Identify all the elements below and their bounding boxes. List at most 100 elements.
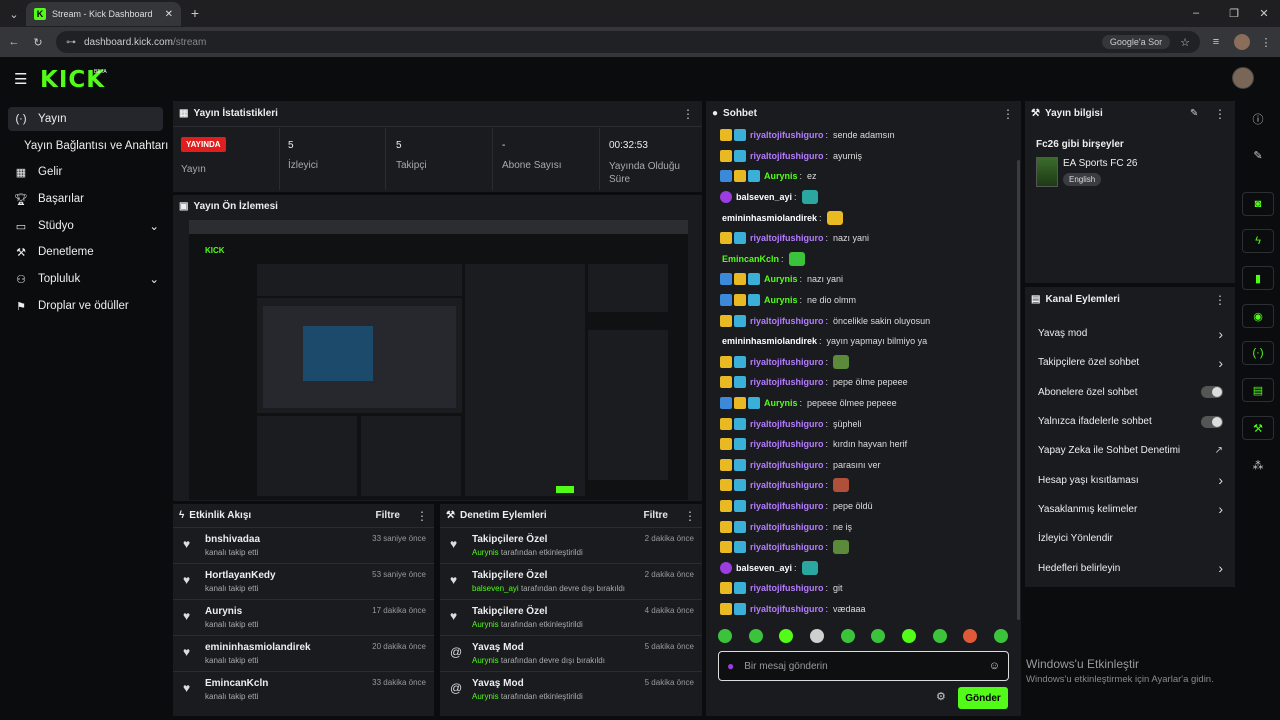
chat-username[interactable]: Aurynis: [764, 171, 798, 181]
user-avatar[interactable]: [1232, 67, 1254, 89]
channel-action-row[interactable]: İzleyici Yönlendir: [1024, 524, 1231, 553]
stream-preview-video[interactable]: KICK: [189, 220, 688, 500]
chat-username[interactable]: riyaltojifushiguro: [750, 151, 824, 161]
chat-username[interactable]: balseven_ayi: [736, 563, 792, 573]
chat-input-placeholder[interactable]: Bir mesaj gönderin: [744, 661, 979, 672]
chat-username[interactable]: riyaltojifushiguro: [750, 501, 824, 511]
restore-icon[interactable]: ❐: [1224, 3, 1244, 23]
pencil-icon[interactable]: ✎: [1242, 143, 1274, 167]
actions-menu-icon[interactable]: ⋮: [1214, 293, 1226, 307]
chat-username[interactable]: riyaltojifushiguro: [750, 542, 824, 552]
sidebar-item-droplar[interactable]: ⚑ Droplar ve ödüller: [8, 294, 163, 318]
add-widget-icon[interactable]: ⁂: [1242, 453, 1274, 477]
channel-action-row[interactable]: Hedefleri belirleyin ›: [1024, 553, 1231, 582]
chat-scrollbar[interactable]: [1017, 160, 1020, 620]
sidebar-item-stream-key[interactable]: Yayın Bağlantısı ve Anahtarı: [8, 134, 178, 158]
channel-action-row[interactable]: Yavaş mod ›: [1024, 319, 1231, 348]
quick-emote-icon[interactable]: [840, 629, 855, 643]
browser-tab[interactable]: K Stream - Kick Dashboard ✕: [26, 2, 181, 26]
site-info-icon[interactable]: ⊶: [66, 37, 76, 48]
toggle-switch[interactable]: [1201, 415, 1223, 428]
quick-emote-icon[interactable]: [932, 629, 947, 643]
back-icon[interactable]: ←: [4, 32, 24, 52]
chat-username[interactable]: Aurynis: [764, 398, 798, 408]
sidebar-item-basarilar[interactable]: 🏆︎ Başarılar: [8, 187, 163, 211]
google-lens-button[interactable]: Google'a Sor: [1101, 35, 1171, 49]
chat-username[interactable]: emininhasmiolandirek: [722, 336, 817, 346]
quick-emote-icon[interactable]: [748, 629, 763, 643]
send-button[interactable]: Gönder: [958, 687, 1008, 709]
chat-username[interactable]: riyaltojifushiguro: [750, 130, 824, 140]
chat-username[interactable]: balseven_ayi: [736, 192, 792, 202]
chat-username[interactable]: riyaltojifushiguro: [750, 357, 824, 367]
chat-bubble-icon[interactable]: ◉: [1242, 304, 1274, 328]
url-input[interactable]: ⊶ dashboard.kick.com /stream Google'a So…: [56, 31, 1200, 53]
channel-action-row[interactable]: Takipçilere özel sohbet ›: [1024, 348, 1231, 377]
sidebar-item-denetleme[interactable]: ⚒ Denetleme: [8, 240, 163, 264]
mic-icon[interactable]: ●: [727, 659, 734, 673]
quick-emote-icon[interactable]: [871, 629, 886, 643]
chat-username[interactable]: riyaltojifushiguro: [750, 377, 824, 387]
quick-emote-icon[interactable]: [993, 629, 1008, 643]
category-thumbnail[interactable]: [1036, 157, 1058, 187]
chat-settings-gear-icon[interactable]: ⚙: [936, 690, 946, 703]
chat-username[interactable]: riyaltojifushiguro: [750, 419, 824, 429]
chat-username[interactable]: riyaltojifushiguro: [750, 460, 824, 470]
close-window-icon[interactable]: ✕: [1254, 3, 1274, 23]
quick-emote-icon[interactable]: [718, 629, 732, 643]
chat-input-box[interactable]: ● Bir mesaj gönderin ☺: [718, 651, 1009, 681]
quick-emote-icon[interactable]: [779, 629, 794, 643]
moderation-filter-button[interactable]: Filtre: [644, 510, 668, 521]
lightning-icon[interactable]: ϟ: [1242, 229, 1274, 253]
channel-action-row[interactable]: Yapay Zeka ile Sohbet Denetimi ↗: [1024, 436, 1231, 465]
info-menu-icon[interactable]: ⋮: [1214, 107, 1226, 121]
chat-username[interactable]: emininhasmiolandirek: [722, 213, 817, 223]
channel-action-row[interactable]: Abonelere özel sohbet: [1024, 378, 1231, 407]
layout-icon[interactable]: ▤: [1242, 378, 1274, 402]
quick-emote-icon[interactable]: [963, 629, 978, 643]
activity-filter-button[interactable]: Filtre: [376, 510, 400, 521]
hamburger-menu-icon[interactable]: ☰: [14, 70, 27, 88]
reload-icon[interactable]: ↻: [28, 32, 48, 52]
sidebar-item-gelir[interactable]: ▦ Gelir: [8, 160, 163, 184]
capture-icon[interactable]: ◙: [1242, 192, 1274, 216]
bookmark-star-icon[interactable]: ☆: [1180, 36, 1190, 49]
tab-search-icon[interactable]: ⌄: [4, 4, 24, 24]
category-name[interactable]: EA Sports FC 26: [1063, 158, 1137, 169]
chat-username[interactable]: riyaltojifushiguro: [750, 233, 824, 243]
edit-pencil-icon[interactable]: ✎: [1190, 108, 1198, 119]
channel-action-row[interactable]: Yasaklanmış kelimeler ›: [1024, 495, 1231, 524]
chat-username[interactable]: riyaltojifushiguro: [750, 583, 824, 593]
chat-menu-icon[interactable]: ⋮: [1002, 107, 1014, 121]
browser-menu-icon[interactable]: ⋮: [1256, 32, 1276, 52]
channel-action-row[interactable]: Yalnızca ifadelerle sohbet: [1024, 407, 1231, 436]
document-icon[interactable]: ▮: [1242, 266, 1274, 290]
browser-profile-avatar[interactable]: [1234, 34, 1250, 50]
wrench-icon[interactable]: ⚒: [1242, 416, 1274, 440]
minimize-icon[interactable]: –: [1186, 3, 1206, 23]
chat-username[interactable]: Aurynis: [764, 295, 798, 305]
info-circle-icon[interactable]: ⓘ: [1242, 107, 1274, 131]
toggle-switch[interactable]: [1201, 386, 1223, 399]
chat-username[interactable]: Aurynis: [764, 274, 798, 284]
chat-username[interactable]: riyaltojifushiguro: [750, 316, 824, 326]
chat-username[interactable]: riyaltojifushiguro: [750, 522, 824, 532]
chat-username[interactable]: riyaltojifushiguro: [750, 439, 824, 449]
sidebar-item-topluluk[interactable]: ⚇ Topluluk ⌄: [8, 267, 163, 291]
quick-emote-icon[interactable]: [901, 629, 916, 643]
stats-menu-icon[interactable]: ⋮: [682, 107, 694, 121]
chat-username[interactable]: riyaltojifushiguro: [750, 604, 824, 614]
chat-username[interactable]: riyaltojifushiguro: [750, 480, 824, 490]
moderation-menu-icon[interactable]: ⋮: [684, 509, 696, 523]
quick-emote-icon[interactable]: [809, 629, 824, 643]
sidebar-item-studyo[interactable]: ▭ Stüdyo ⌄: [8, 214, 163, 238]
chat-username[interactable]: EmincanKcln: [722, 254, 779, 264]
channel-action-row[interactable]: Hesap yaşı kısıtlaması ›: [1024, 465, 1231, 494]
sidebar-item-yayin[interactable]: (·) Yayın: [8, 107, 163, 131]
close-tab-icon[interactable]: ✕: [165, 9, 173, 20]
emoji-icon[interactable]: ☺: [989, 660, 1000, 672]
activity-menu-icon[interactable]: ⋮: [416, 509, 428, 523]
broadcast-icon[interactable]: (·): [1242, 341, 1274, 365]
new-tab-icon[interactable]: +: [185, 3, 205, 23]
media-controls-icon[interactable]: ≡: [1206, 32, 1226, 52]
